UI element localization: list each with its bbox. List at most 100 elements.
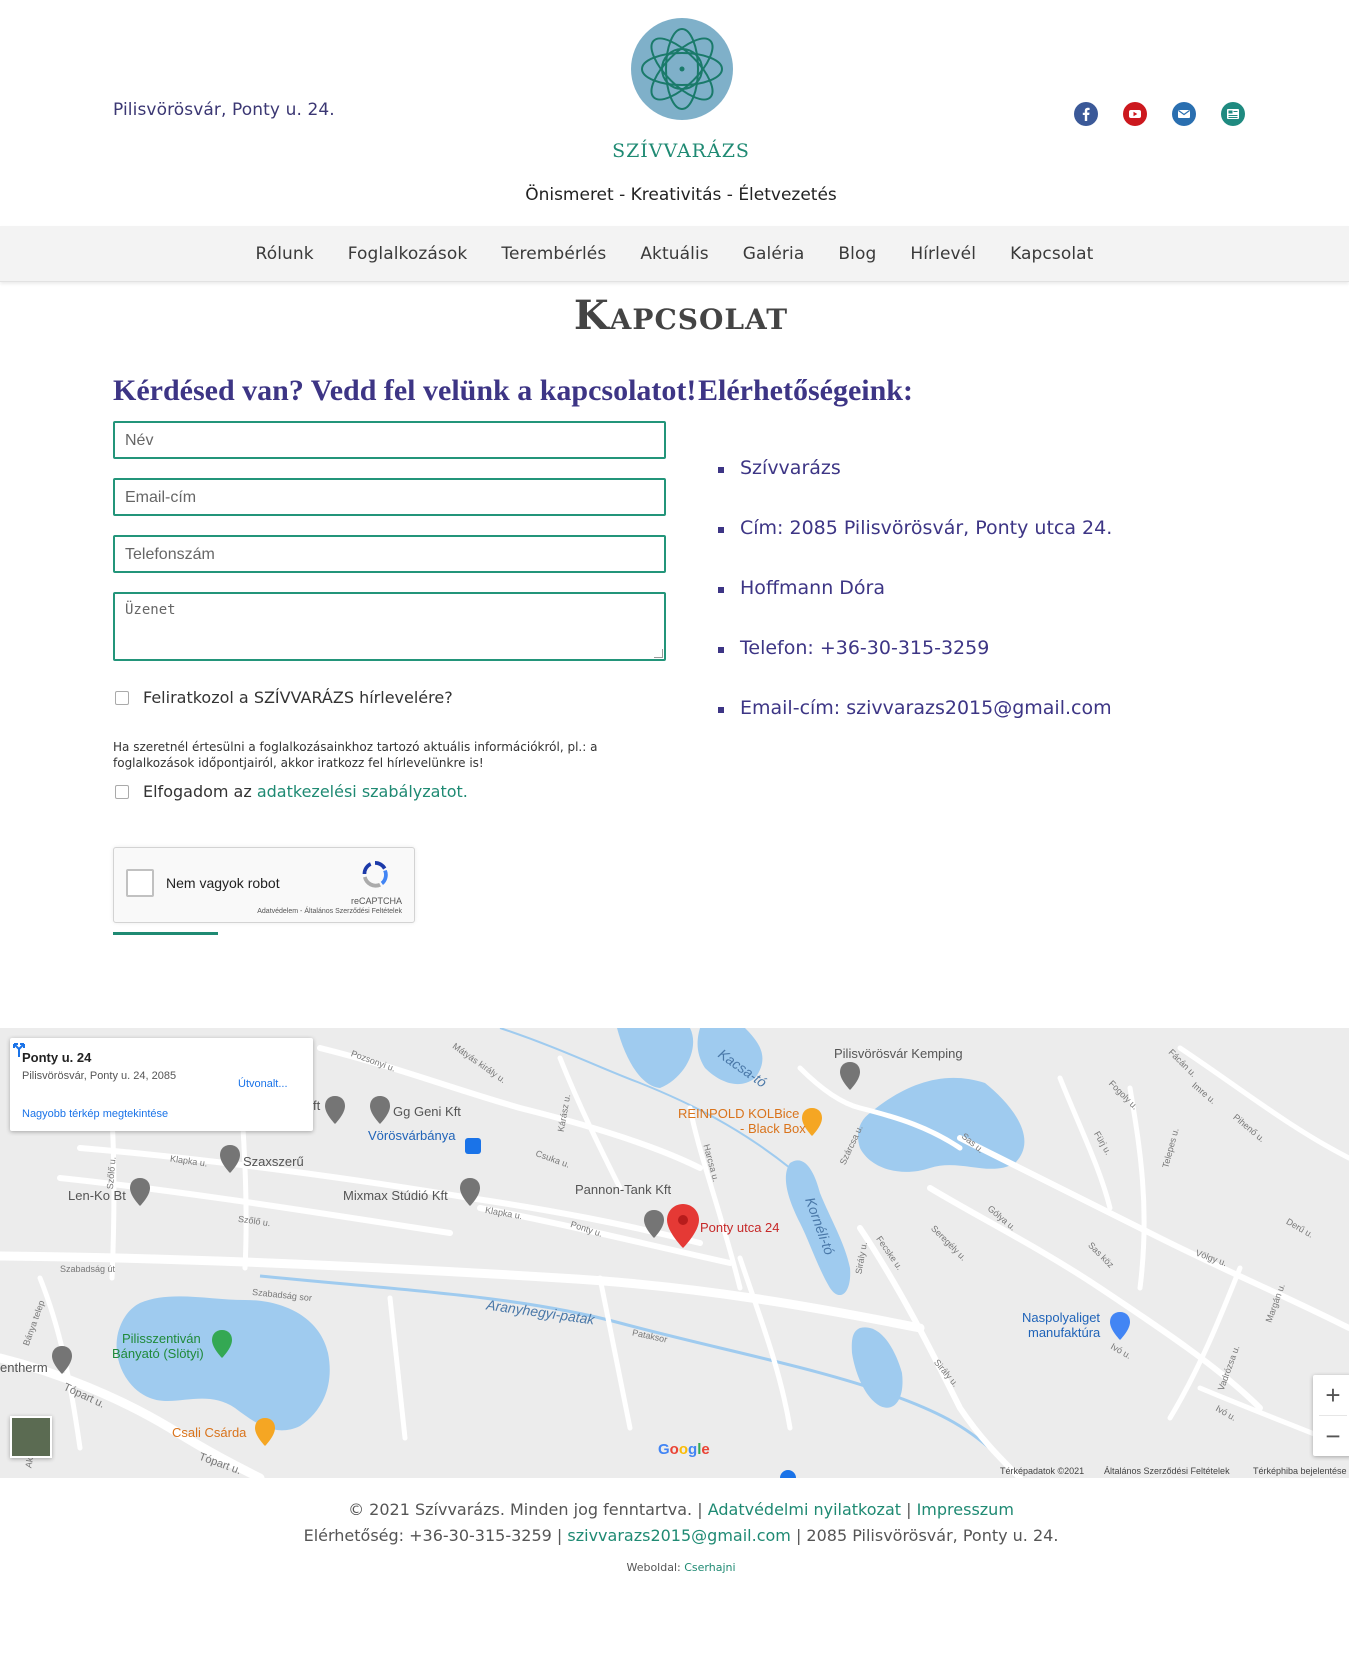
email-placeholder: Email-cím bbox=[125, 489, 197, 506]
nav-item-hirlevel[interactable]: Hírlevél bbox=[893, 244, 993, 264]
zoom-out-button[interactable]: − bbox=[1313, 1416, 1349, 1456]
subscribe-checkbox[interactable] bbox=[115, 690, 129, 705]
directions-icon[interactable] bbox=[10, 1038, 30, 1058]
map-place-label: Vörösvárbánya bbox=[368, 1128, 456, 1143]
newsletter-icon[interactable] bbox=[1221, 102, 1245, 126]
place-pin-icon bbox=[325, 1096, 345, 1124]
map-report-link[interactable]: Térképhiba bejelentése bbox=[1253, 1466, 1347, 1476]
privacy-label[interactable]: Elfogadom az bbox=[143, 782, 257, 801]
contact-item-text: Cím: 2085 Pilisvörösvár, Ponty utca 24. bbox=[740, 517, 1113, 539]
facebook-icon[interactable] bbox=[1074, 102, 1098, 126]
subscribe-note: Ha szeretnél értesülni a foglalkozásaink… bbox=[113, 740, 598, 770]
footer-contact-suffix: | 2085 Pilisvörösvár, Ponty u. 24. bbox=[790, 1526, 1059, 1545]
map-place-label: Naspolyaliget bbox=[1022, 1310, 1101, 1325]
message-field[interactable]: Üzenet bbox=[113, 592, 666, 661]
impresszum-link[interactable]: Impresszum bbox=[917, 1500, 1014, 1519]
header-address: Pilisvörösvár, Ponty u. 24. bbox=[113, 100, 335, 120]
map-place-label: Pilisszentiván bbox=[122, 1331, 201, 1346]
footer-credit: Weboldal: Cserhajni bbox=[0, 1561, 1349, 1574]
privacy-policy-link[interactable]: adatkezelési szabályzatot. bbox=[257, 782, 468, 801]
contact-item: Szívvarázs bbox=[718, 457, 1112, 517]
contact-item-text: Hoffmann Dóra bbox=[740, 577, 885, 599]
name-field[interactable]: Név bbox=[113, 421, 666, 459]
transit-icon bbox=[465, 1138, 481, 1154]
subscribe-label[interactable]: Feliratkozol a SZÍVVARÁZS hírlevelére? bbox=[143, 688, 453, 707]
sas-road bbox=[957, 1135, 1349, 1331]
recaptcha-terms[interactable]: Adatvédelem - Általános Szerződési Felté… bbox=[257, 908, 402, 915]
page-title: Kapcsolat bbox=[573, 292, 789, 339]
brand-name[interactable]: SZÍVVARÁZS bbox=[0, 140, 1349, 162]
contact-item: Cím: 2085 Pilisvörösvár, Ponty utca 24. bbox=[718, 517, 1112, 577]
bigger-map-link[interactable]: Nagyobb térkép megtekintése bbox=[22, 1108, 168, 1120]
map-card-address: Pilisvörösvár, Ponty u. 24, 2085 bbox=[22, 1070, 177, 1082]
site-logo[interactable] bbox=[631, 18, 733, 120]
youtube-icon[interactable] bbox=[1123, 102, 1147, 126]
map-attribution: Térképadatok ©2021 Általános Szerződési … bbox=[0, 1464, 1349, 1478]
contact-item-text[interactable]: Email-cím: szivvarazs2015@gmail.com bbox=[740, 697, 1112, 719]
nav-item-rolunk[interactable]: Rólunk bbox=[239, 244, 331, 264]
map-place-label: Szaxszerű bbox=[243, 1154, 304, 1169]
map-place-label: Gg Geni Kft bbox=[393, 1104, 461, 1119]
footer-contact-line: Elérhetőség: +36-30-315-3259 | szivvaraz… bbox=[0, 1526, 1349, 1545]
contact-list: Szívvarázs Cím: 2085 Pilisvörösvár, Pont… bbox=[718, 457, 1112, 757]
contact-item-text[interactable]: Telefon: +36-30-315-3259 bbox=[740, 637, 989, 659]
shop-pin-icon bbox=[1110, 1312, 1130, 1340]
nav-item-terembérles[interactable]: Terembérlés bbox=[484, 244, 623, 264]
submit-bar[interactable] bbox=[113, 932, 218, 935]
map-card-title: Ponty u. 24 bbox=[22, 1050, 92, 1065]
zoom-controls: + − bbox=[1313, 1375, 1349, 1456]
place-pin-icon bbox=[220, 1145, 240, 1173]
place-pin-icon bbox=[130, 1178, 150, 1206]
recaptcha-checkbox[interactable] bbox=[126, 869, 154, 897]
nav-item-foglalkozasok[interactable]: Foglalkozások bbox=[331, 244, 485, 264]
banyato-shape bbox=[116, 1296, 330, 1431]
website-prefix: Weboldal: bbox=[626, 1561, 685, 1574]
pihenő-road bbox=[1177, 1045, 1349, 1161]
map-place-label: entherm bbox=[0, 1360, 48, 1375]
bullet-icon bbox=[718, 707, 724, 713]
telepes-road bbox=[1127, 1085, 1147, 1291]
directions-link[interactable]: Útvonalt... bbox=[238, 1078, 288, 1090]
nav-item-kapcsolat[interactable]: Kapcsolat bbox=[993, 244, 1110, 264]
map-place-label: Pannon-Tank Kft bbox=[575, 1182, 672, 1197]
mandala-logo-icon bbox=[641, 28, 723, 110]
privacy-statement-link[interactable]: Adatvédelmi nyilatkozat bbox=[708, 1500, 901, 1519]
resize-handle-icon[interactable] bbox=[654, 649, 663, 658]
contact-item: Hoffmann Dóra bbox=[718, 577, 1112, 637]
nav-item-galeria[interactable]: Galéria bbox=[726, 244, 822, 264]
zoom-in-button[interactable]: + bbox=[1313, 1375, 1349, 1415]
map-terms-link[interactable]: Általános Szerződési Feltételek bbox=[1104, 1466, 1230, 1476]
map-place-label: Ponty utca 24 bbox=[700, 1220, 780, 1235]
contact-heading: Elérhetőségeink: bbox=[698, 374, 913, 407]
map-data-attribution: Térképadatok ©2021 bbox=[1000, 1466, 1085, 1476]
site-header: Pilisvörösvár, Ponty u. 24. SZÍVVARÁZS Ö… bbox=[0, 0, 1349, 226]
map-place-label: manufaktúra bbox=[1028, 1325, 1101, 1340]
map-place-label: REINPOLD KOLBice bbox=[678, 1106, 800, 1121]
google-map[interactable]: Pilisvörösvár Kemping REINPOLD KOLBice -… bbox=[0, 1028, 1349, 1478]
name-placeholder: Név bbox=[125, 432, 154, 449]
satellite-toggle[interactable] bbox=[10, 1416, 52, 1458]
contact-item: Telefon: +36-30-315-3259 bbox=[718, 637, 1112, 697]
privacy-row: Elfogadom az adatkezelési szabályzatot. bbox=[115, 782, 468, 801]
footer-email-link[interactable]: szivvarazs2015@gmail.com bbox=[567, 1526, 790, 1545]
footer-contact-prefix: Elérhetőség: +36-30-315-3259 | bbox=[303, 1526, 568, 1545]
bullet-icon bbox=[718, 527, 724, 533]
recaptcha-brand: reCAPTCHA bbox=[350, 896, 402, 906]
privacy-checkbox[interactable] bbox=[115, 784, 129, 799]
nav-item-aktualis[interactable]: Aktuális bbox=[623, 244, 725, 264]
main-nav: Rólunk Foglalkozások Terembérlés Aktuáli… bbox=[0, 226, 1349, 282]
map-place-label: ft bbox=[313, 1098, 321, 1113]
seregely-road bbox=[927, 1185, 1263, 1411]
map-place-label: Bányató (Slötyi) bbox=[112, 1346, 204, 1361]
nav-item-blog[interactable]: Blog bbox=[821, 244, 893, 264]
contact-item-text: Szívvarázs bbox=[740, 457, 841, 479]
map-place-label: Csali Csárda bbox=[172, 1425, 247, 1440]
google-logo: Google bbox=[658, 1441, 710, 1458]
email-field[interactable]: Email-cím bbox=[113, 478, 666, 516]
website-author-link[interactable]: Cserhajni bbox=[684, 1561, 735, 1574]
map-place-label: Len-Ko Bt bbox=[68, 1188, 126, 1203]
phone-field[interactable]: Telefonszám bbox=[113, 535, 666, 573]
tagline: Önismeret - Kreativitás - Életvezetés bbox=[525, 185, 837, 205]
email-icon[interactable] bbox=[1172, 102, 1196, 126]
bullet-icon bbox=[718, 587, 724, 593]
